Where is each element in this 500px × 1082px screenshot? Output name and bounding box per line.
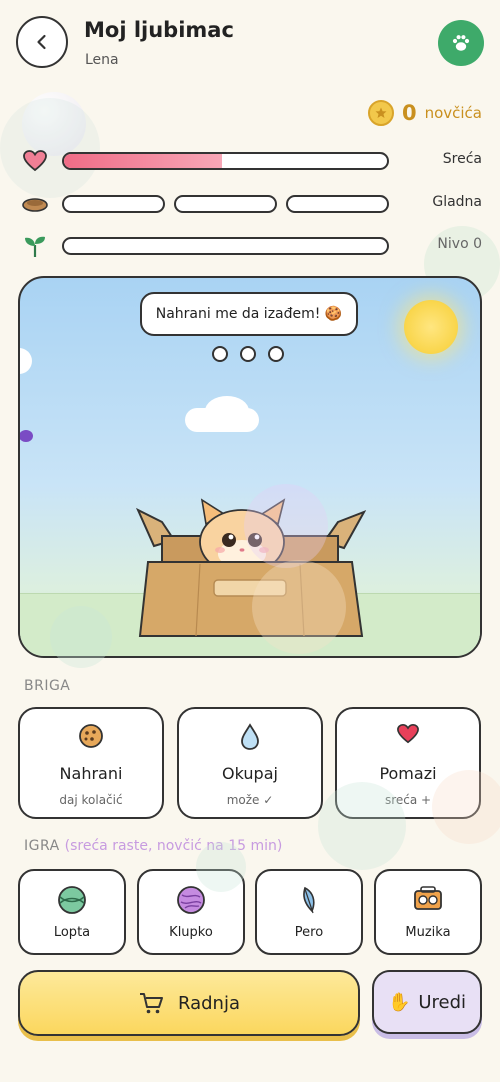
pending-dot <box>212 346 228 362</box>
ball-button[interactable]: Lopta <box>18 869 126 955</box>
play-section-label: IGRA (sreća raste, novčić na 15 min) <box>24 838 282 854</box>
feather-button[interactable]: Pero <box>255 869 363 955</box>
chevron-left-icon <box>37 34 46 50</box>
music-label: Muzika <box>405 925 451 940</box>
sun <box>404 300 458 354</box>
coin-label: novčića <box>424 104 482 122</box>
yarn-icon <box>177 886 205 914</box>
growth-bar <box>62 237 389 255</box>
happiness-label: Sreća <box>442 151 482 167</box>
play-section-hint: (sreća raste, novčić na 15 min) <box>64 838 283 854</box>
hunger-label: Gladna <box>432 194 482 210</box>
heart-icon <box>397 724 419 744</box>
happiness-fill <box>64 154 223 168</box>
sprout-icon <box>20 233 50 259</box>
music-button[interactable]: Muzika <box>374 869 482 955</box>
hunger-stat: Gladna <box>20 191 482 217</box>
decor-bubble <box>22 92 86 156</box>
hunger-segment <box>62 195 165 213</box>
cookie-icon <box>20 191 50 217</box>
cart-icon <box>139 993 163 1014</box>
edit-label: Uredi <box>418 991 467 1013</box>
coin-icon <box>367 100 394 126</box>
pet-button[interactable]: Pomazi sreća + <box>335 707 481 819</box>
radio-icon <box>414 886 442 910</box>
ball-label: Lopta <box>53 925 91 940</box>
water-drop-icon <box>241 723 259 750</box>
edit-button[interactable]: ✋ Uredi <box>372 970 482 1034</box>
heart-icon <box>20 148 50 174</box>
feed-button[interactable]: Nahrani daj kolačić <box>18 707 164 819</box>
pending-dot <box>240 346 256 362</box>
shop-label: Radnja <box>177 992 240 1014</box>
bathe-label: Okupaj <box>222 764 278 783</box>
cookie-icon <box>79 724 103 748</box>
feather-icon <box>303 886 315 914</box>
shop-button[interactable]: Radnja <box>18 970 360 1036</box>
hand-icon: ✋ <box>387 991 411 1013</box>
growth-stat: Nivo 0 <box>20 233 482 259</box>
hunger-segment <box>286 195 389 213</box>
speech-bubble: Nahrani me da izađem! 🍪 <box>140 292 358 336</box>
happiness-bar <box>62 152 389 170</box>
pending-dots <box>212 346 284 362</box>
back-button[interactable] <box>16 16 68 68</box>
paw-icon <box>452 35 470 51</box>
yarn-label: Klupko <box>169 925 213 940</box>
feather-label: Pero <box>294 925 324 940</box>
coin-balance: 0 novčića <box>367 100 482 126</box>
coin-count: 0 <box>401 101 417 125</box>
pending-dot <box>268 346 284 362</box>
bathe-button[interactable]: Okupaj može ✓ <box>177 707 323 819</box>
cloud <box>205 396 249 426</box>
pet-name: Lena <box>85 52 119 68</box>
bathe-sublabel: može ✓ <box>226 793 274 807</box>
ball-icon <box>58 886 86 914</box>
hunger-segment <box>174 195 277 213</box>
happiness-stat: Sreća <box>20 148 482 174</box>
care-section-label: BRIGA <box>24 678 71 694</box>
feed-sublabel: daj kolačić <box>59 793 123 807</box>
yarn-button[interactable]: Klupko <box>137 869 245 955</box>
cloud <box>20 348 32 374</box>
page-title: Moj ljubimac <box>84 18 234 42</box>
balloon-icon <box>20 430 33 442</box>
growth-label: Nivo 0 <box>437 236 482 252</box>
pet-label: Pomazi <box>379 764 437 783</box>
cat-in-box[interactable] <box>134 486 366 638</box>
paw-button[interactable] <box>438 20 484 66</box>
play-section-title: IGRA <box>24 838 60 854</box>
pet-sublabel: sreća + <box>384 793 432 807</box>
feed-label: Nahrani <box>59 764 123 783</box>
pet-scene[interactable]: Nahrani me da izađem! 🍪 <box>18 276 482 658</box>
